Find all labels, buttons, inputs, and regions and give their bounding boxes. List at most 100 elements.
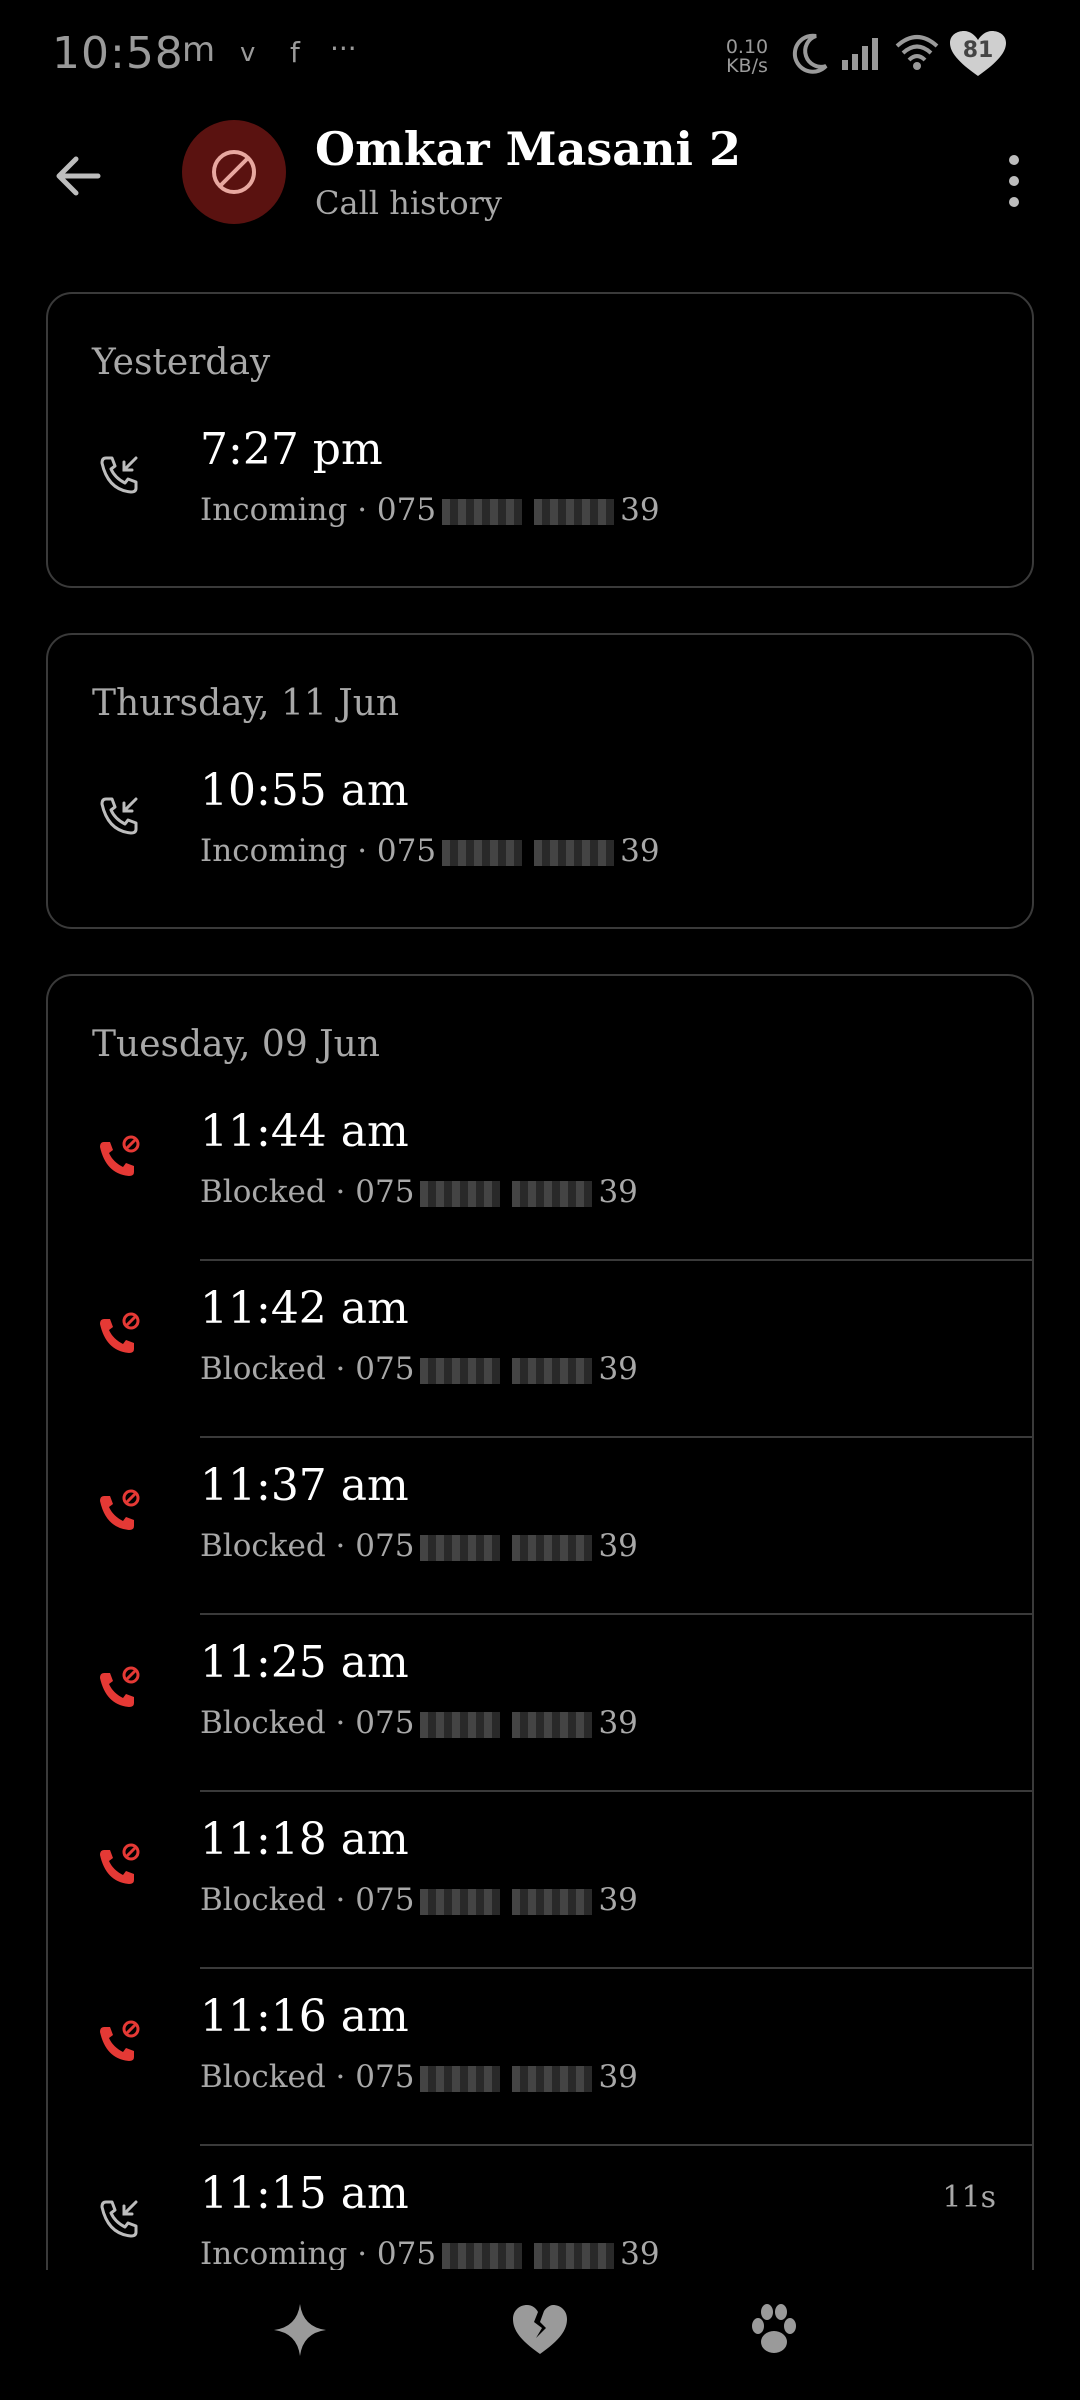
incoming-call-icon [98,2196,142,2240]
call-group-card: Tuesday, 09 Jun 11:44 am Blocked · 075 39 1… [46,974,1034,2314]
redacted-digits [512,1534,593,1561]
redacted-digits [420,2065,501,2092]
call-time: 11:18 am [200,1814,409,1865]
contact-name: Omkar Masani 2 [315,122,742,176]
blocked-call-icon [98,2019,142,2063]
number-suffix: 39 [620,2236,660,2272]
call-row[interactable]: 11:37 am Blocked · 075 39 [48,1438,1036,1614]
redacted-digits [512,1357,593,1384]
bottom-navigation [0,2270,1080,2400]
call-meta: Incoming · 075 39 [200,833,660,869]
call-time: 11:15 am [200,2168,409,2219]
incoming-call-icon [98,793,142,837]
call-meta: Blocked · 075 39 [200,1528,638,1564]
call-meta: Incoming · 075 39 [200,2236,660,2272]
redacted-digits [512,1711,593,1738]
number-suffix: 39 [598,1705,638,1741]
broken-heart-icon [513,2305,567,2354]
notification-f-icon: f [290,36,300,69]
number-prefix: 075 [355,1351,415,1387]
more-vert-icon [1009,155,1019,207]
moon-icon [790,32,830,80]
number-prefix: 075 [355,1705,415,1741]
paw-nav-button[interactable] [744,2300,804,2360]
redacted-digits [534,839,615,866]
call-type: Blocked [200,1705,326,1741]
redacted-digits [420,1888,501,1915]
call-time: 11:25 am [200,1637,409,1688]
redacted-digits [420,1357,501,1384]
sparkle-icon [274,2304,326,2356]
call-time: 11:16 am [200,1991,409,2042]
redacted-digits [512,1888,593,1915]
incoming-call-icon [98,452,142,496]
redacted-digits [512,2065,593,2092]
number-suffix: 39 [598,1351,638,1387]
redacted-digits [534,498,615,525]
redacted-digits [442,498,523,525]
call-duration: 11s [942,2180,996,2215]
call-type: Blocked [200,2059,326,2095]
back-button[interactable] [48,146,108,206]
call-time: 11:44 am [200,1106,409,1157]
number-prefix: 075 [355,2059,415,2095]
call-meta: Blocked · 075 39 [200,1705,638,1741]
call-row[interactable]: 11:44 am Blocked · 075 39 [48,1084,1036,1260]
call-row[interactable]: 11:18 am Blocked · 075 39 [48,1792,1036,1968]
notification-m-icon: m [182,30,216,70]
group-date: Tuesday, 09 Jun [92,1024,380,1065]
notification-more-icon: ··· [330,32,357,65]
battery-heart-icon: 81 [948,30,1008,80]
call-row[interactable]: 11:16 am Blocked · 075 39 [48,1969,1036,2145]
battery-level: 81 [962,38,994,63]
number-suffix: 39 [620,492,660,528]
network-speed-unit: KB/s [726,55,768,77]
call-meta: Incoming · 075 39 [200,492,660,528]
redacted-digits [534,2242,615,2269]
call-row[interactable]: 11:25 am Blocked · 075 39 [48,1615,1036,1791]
call-time: 11:42 am [200,1283,409,1334]
call-type: Blocked [200,1174,326,1210]
paw-icon [752,2304,796,2353]
number-prefix: 075 [376,2236,437,2272]
blocked-call-icon [98,1134,142,1178]
notification-v-icon: v [240,38,256,68]
broken-heart-nav-button[interactable] [510,2300,570,2360]
call-type: Incoming [200,2236,348,2272]
blocked-call-icon [98,1311,142,1355]
call-row[interactable]: 10:55 am Incoming · 075 39 [48,743,1036,919]
number-prefix: 075 [355,1882,415,1918]
call-meta: Blocked · 075 39 [200,1174,638,1210]
call-time: 11:37 am [200,1460,409,1511]
blocked-call-icon [98,1842,142,1886]
call-group-card: Yesterday 7:27 pm Incoming · 075 39 [46,292,1034,588]
app-header: Omkar Masani 2 Call history [0,110,1080,290]
redacted-digits [442,839,523,866]
call-group-card: Thursday, 11 Jun 10:55 am Incoming · 075… [46,633,1034,929]
number-suffix: 39 [598,1882,638,1918]
status-time: 10:58 [52,28,184,79]
call-type: Blocked [200,1351,326,1387]
group-date: Thursday, 11 Jun [92,683,400,724]
more-options-button[interactable] [994,146,1034,216]
number-suffix: 39 [620,833,660,869]
number-prefix: 075 [376,833,437,869]
number-suffix: 39 [598,1528,638,1564]
redacted-digits [442,2242,523,2269]
call-row[interactable]: 7:27 pm Incoming · 075 39 [48,402,1036,578]
call-time: 10:55 am [200,765,409,816]
call-row[interactable]: 11:42 am Blocked · 075 39 [48,1261,1036,1437]
avatar [182,120,286,224]
call-meta: Blocked · 075 39 [200,1351,638,1387]
redacted-digits [420,1534,501,1561]
call-meta: Blocked · 075 39 [200,2059,638,2095]
number-prefix: 075 [355,1174,415,1210]
redacted-digits [512,1180,593,1207]
redacted-digits [420,1180,501,1207]
blocked-call-icon [98,1665,142,1709]
call-meta: Blocked · 075 39 [200,1882,638,1918]
wifi-icon [893,32,941,76]
call-type: Blocked [200,1882,326,1918]
call-time: 7:27 pm [200,424,383,475]
sparkle-nav-button[interactable] [270,2300,330,2360]
